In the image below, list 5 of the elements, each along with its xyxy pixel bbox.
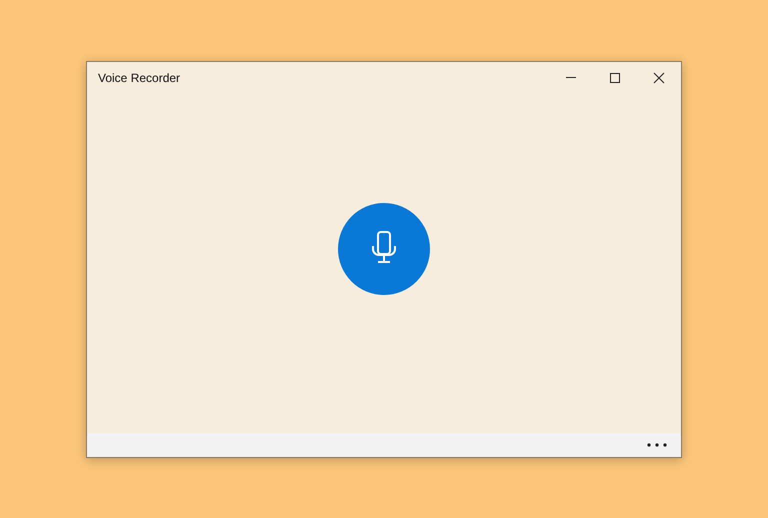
window-title: Voice Recorder (98, 70, 180, 84)
close-icon (653, 72, 665, 84)
maximize-icon (609, 72, 621, 84)
minimize-icon (566, 77, 576, 78)
more-icon (647, 442, 667, 446)
